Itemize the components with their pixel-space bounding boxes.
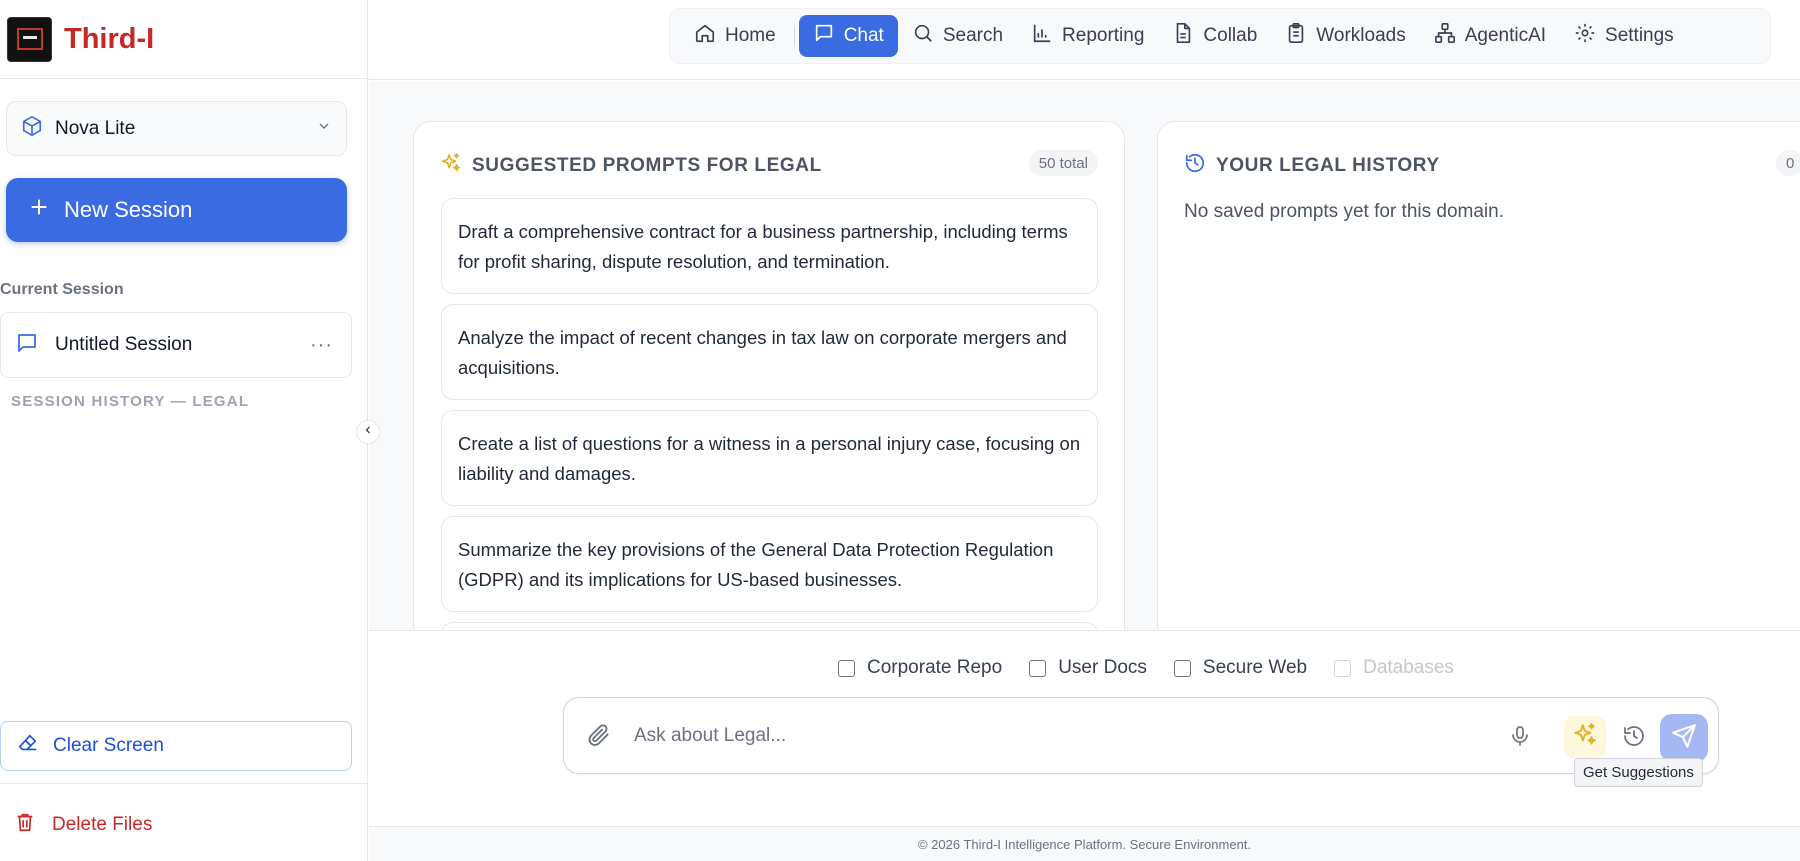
main-content: SUGGESTED PROMPTS FOR LEGAL 50 total Dra… <box>369 81 1800 630</box>
source-label: Corporate Repo <box>867 657 1003 678</box>
checkbox[interactable] <box>1029 659 1047 677</box>
plus-icon <box>28 196 50 224</box>
composer-area: Corporate Repo User Docs Secure Web Data… <box>369 630 1800 826</box>
nav-home-label: Home <box>725 25 776 46</box>
brand-logo[interactable] <box>7 16 52 62</box>
main-nav: Home Chat Search Reporting Collab Worklo… <box>669 8 1771 64</box>
source-label: Secure Web <box>1202 657 1308 678</box>
paperclip-icon[interactable] <box>586 722 612 753</box>
source-user-docs[interactable]: User Docs <box>1029 657 1147 679</box>
chat-icon <box>813 22 835 50</box>
bar-chart-icon <box>1031 22 1053 50</box>
new-session-label: New Session <box>64 197 193 222</box>
home-icon <box>694 22 716 50</box>
footer-text: © 2026 Third-I Intelligence Platform. Se… <box>917 836 1252 852</box>
history-icon[interactable] <box>1622 724 1646 753</box>
suggested-prompts-header: SUGGESTED PROMPTS FOR LEGAL <box>440 152 822 179</box>
clear-screen-button[interactable]: Clear Screen <box>0 721 352 771</box>
nav-workloads-label: Workloads <box>1316 25 1406 46</box>
suggested-prompts-panel: SUGGESTED PROMPTS FOR LEGAL 50 total Dra… <box>413 121 1125 630</box>
get-suggestions-button[interactable] <box>1564 716 1606 758</box>
checkbox[interactable] <box>1173 659 1191 677</box>
source-toggles: Corporate Repo User Docs Secure Web Data… <box>838 657 1481 679</box>
chat-bubble-icon <box>15 331 39 360</box>
delete-files-label: Delete Files <box>52 814 153 835</box>
source-corporate-repo[interactable]: Corporate Repo <box>838 657 1002 679</box>
source-databases: Databases <box>1334 657 1454 679</box>
nav-reporting[interactable]: Reporting <box>1017 15 1158 57</box>
brand-header: Third-I <box>0 0 367 79</box>
history-icon <box>1184 152 1206 179</box>
model-select[interactable]: Nova Lite <box>6 101 347 156</box>
nav-settings[interactable]: Settings <box>1560 15 1688 57</box>
suggested-prompt-card-partial[interactable] <box>441 622 1098 630</box>
suggested-prompt-card[interactable]: Draft a comprehensive contract for a bus… <box>441 198 1098 294</box>
more-options-icon[interactable]: ··· <box>310 334 333 357</box>
sparkles-icon <box>1572 722 1598 753</box>
model-select-label: Nova Lite <box>55 117 136 139</box>
nav-settings-label: Settings <box>1605 25 1674 46</box>
nav-collab[interactable]: Collab <box>1158 15 1271 57</box>
sparkles-icon <box>440 152 462 179</box>
nav-reporting-label: Reporting <box>1062 25 1145 46</box>
checkbox-disabled <box>1334 659 1352 677</box>
nav-agenticai[interactable]: AgenticAI <box>1420 15 1560 57</box>
microphone-icon[interactable] <box>1508 724 1532 753</box>
checkbox[interactable] <box>838 659 855 677</box>
brand-name: Third-I <box>64 22 155 55</box>
sidebar: Third-I Nova Lite New Session Current Se… <box>0 0 368 861</box>
chat-input-box <box>563 697 1719 774</box>
source-secure-web[interactable]: Secure Web <box>1173 657 1308 679</box>
current-session-heading: Current Session <box>0 281 124 298</box>
chevron-down-icon <box>316 118 332 139</box>
legal-history-header: YOUR LEGAL HISTORY <box>1184 152 1440 179</box>
clipboard-icon <box>1285 22 1307 50</box>
suggested-prompt-card[interactable]: Create a list of questions for a witness… <box>441 410 1098 506</box>
suggested-count-badge: 50 total <box>1028 150 1098 176</box>
nav-search[interactable]: Search <box>898 15 1017 57</box>
send-icon <box>1671 723 1697 754</box>
history-empty-text: No saved prompts yet for this domain. <box>1184 201 1504 222</box>
nav-chat[interactable]: Chat <box>798 15 898 57</box>
gear-icon <box>1574 22 1596 50</box>
collapse-sidebar-button[interactable] <box>356 420 380 444</box>
source-label: User Docs <box>1058 657 1147 678</box>
legal-history-panel: YOUR LEGAL HISTORY 0 No saved prompts ye… <box>1157 121 1800 630</box>
sidebar-divider <box>0 783 368 784</box>
delete-files-button[interactable]: Delete Files <box>14 810 152 840</box>
nav-chat-label: Chat <box>843 25 884 46</box>
chat-input[interactable] <box>634 720 1494 752</box>
new-session-button[interactable]: New Session <box>6 178 347 242</box>
legal-history-title: YOUR LEGAL HISTORY <box>1216 154 1440 176</box>
eraser-icon <box>17 732 39 760</box>
network-icon <box>1434 22 1456 50</box>
top-bar: Home Chat Search Reporting Collab Worklo… <box>369 0 1800 80</box>
nav-search-label: Search <box>942 25 1004 46</box>
session-history-heading: SESSION HISTORY — LEGAL <box>11 393 250 410</box>
search-icon <box>912 22 934 50</box>
send-button[interactable] <box>1660 714 1708 762</box>
nav-collab-label: Collab <box>1203 25 1258 46</box>
clear-screen-label: Clear Screen <box>53 735 164 756</box>
current-session-item[interactable]: Untitled Session ··· <box>0 312 352 378</box>
nav-workloads[interactable]: Workloads <box>1271 15 1419 57</box>
document-icon <box>1172 22 1194 50</box>
history-count-badge: 0 <box>1776 150 1800 176</box>
cube-icon <box>21 115 43 142</box>
nav-agenticai-label: AgenticAI <box>1464 25 1547 46</box>
suggested-prompts-title: SUGGESTED PROMPTS FOR LEGAL <box>472 154 822 176</box>
chevron-left-icon <box>362 423 374 441</box>
get-suggestions-tooltip: Get Suggestions <box>1574 758 1703 787</box>
suggested-prompt-card[interactable]: Analyze the impact of recent changes in … <box>441 304 1098 400</box>
nav-home[interactable]: Home <box>680 15 790 57</box>
suggested-prompt-card[interactable]: Summarize the key provisions of the Gene… <box>441 516 1098 612</box>
nav-separator <box>793 25 795 47</box>
session-title: Untitled Session <box>55 334 193 355</box>
footer: © 2026 Third-I Intelligence Platform. Se… <box>369 826 1800 861</box>
trash-icon <box>14 810 36 840</box>
source-label: Databases <box>1363 657 1454 678</box>
